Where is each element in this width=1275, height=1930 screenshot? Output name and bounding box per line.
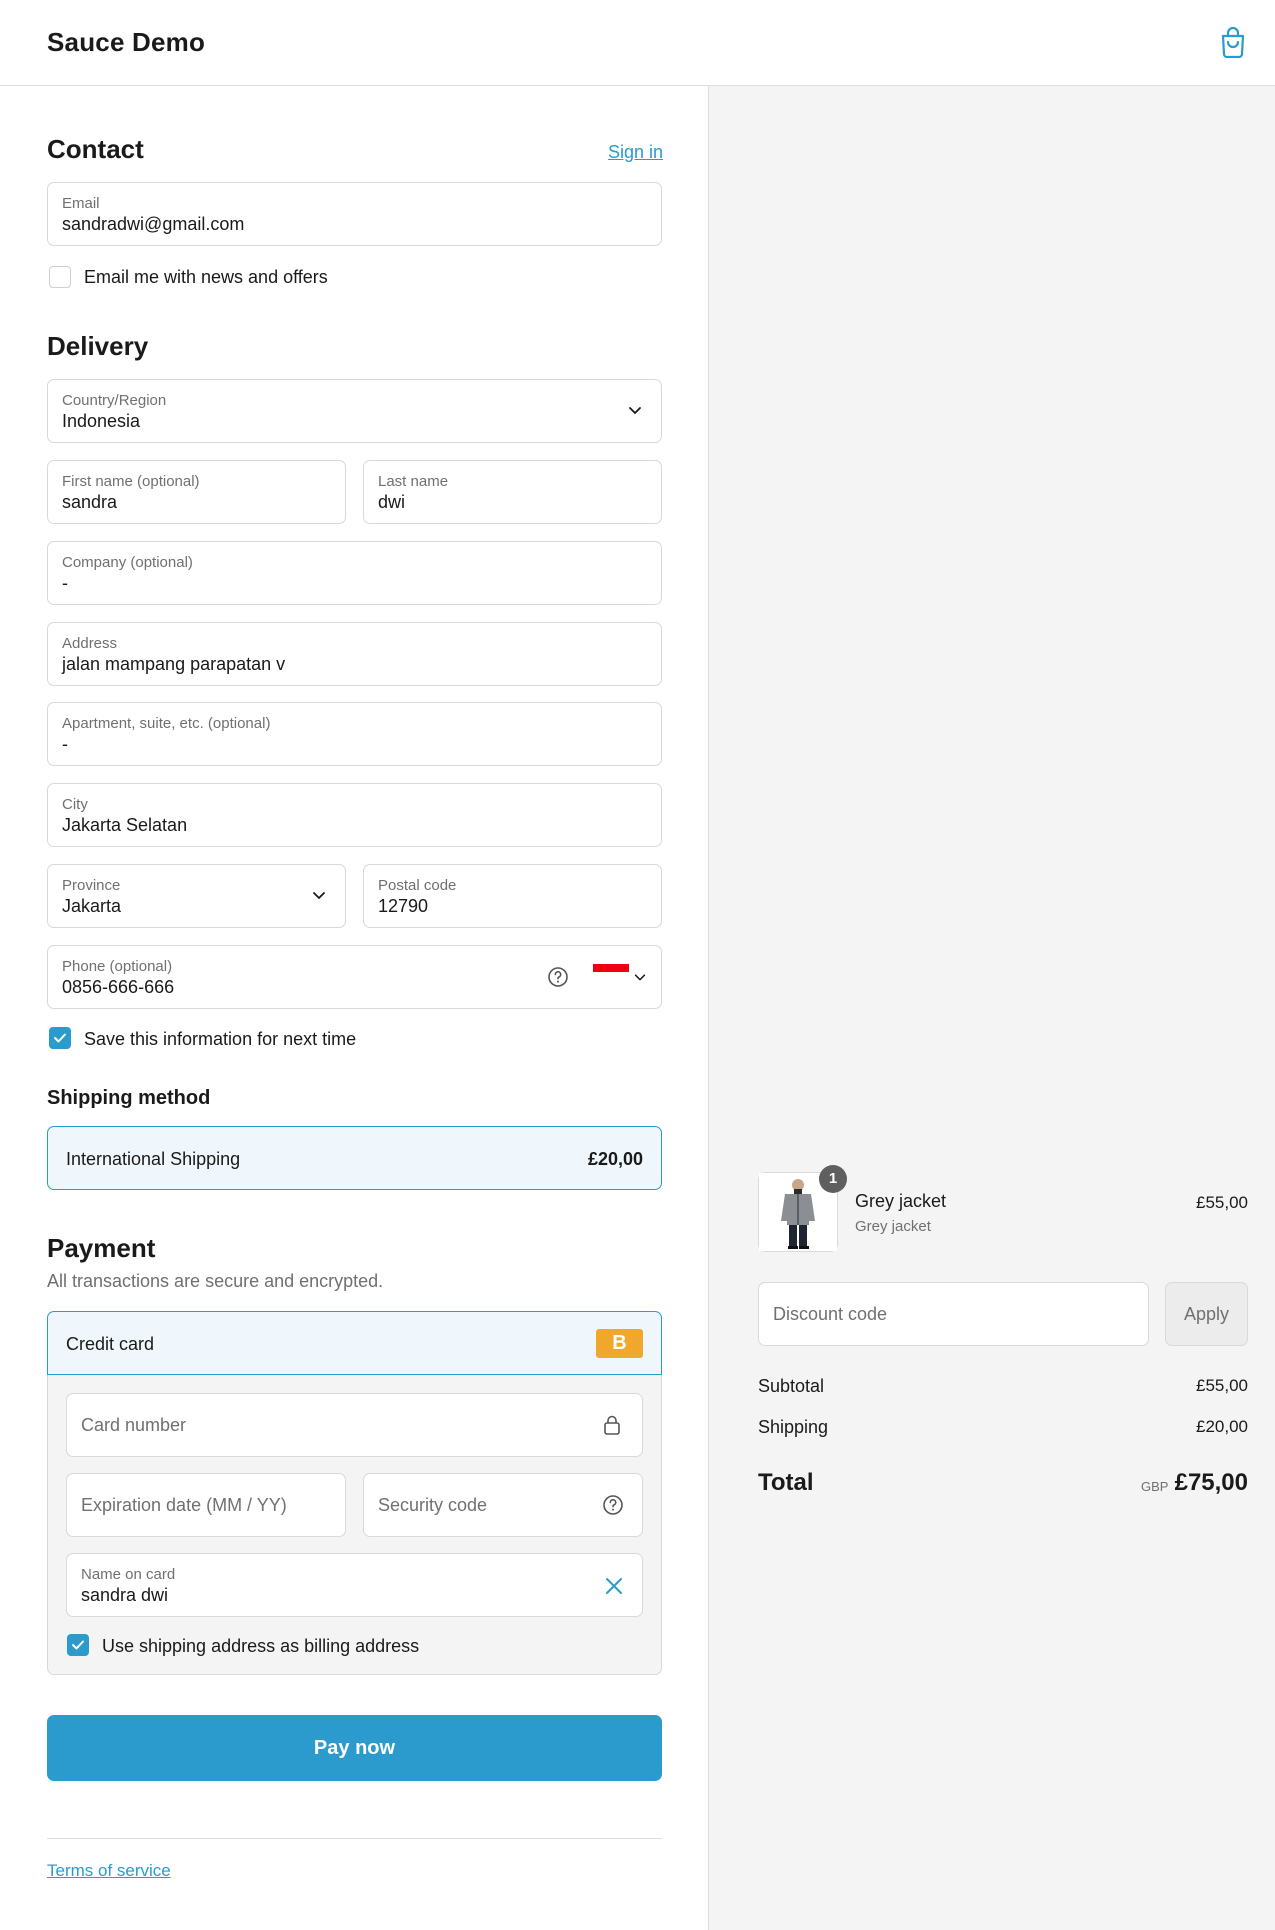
shopping-bag-icon[interactable]: [1218, 26, 1248, 59]
lock-icon: [602, 1414, 622, 1436]
city-field[interactable]: City Jakarta Selatan: [47, 783, 662, 847]
city-label: City: [62, 796, 88, 813]
email-value: sandradwi@gmail.com: [62, 214, 245, 234]
brand-title[interactable]: Sauce Demo: [47, 27, 205, 58]
product-variant: Grey jacket: [855, 1218, 931, 1235]
company-value: -: [62, 573, 68, 593]
first-name-field[interactable]: First name (optional) sandra: [47, 460, 346, 524]
header: Sauce Demo: [0, 0, 1275, 86]
shipping-option-name: International Shipping: [66, 1149, 241, 1169]
first-name-value: sandra: [62, 492, 118, 512]
product-name: Grey jacket: [855, 1191, 947, 1211]
name-on-card-value: sandra dwi: [81, 1585, 169, 1605]
last-name-field[interactable]: Last name dwi: [363, 460, 662, 524]
last-name-value: dwi: [378, 492, 406, 512]
province-label: Province: [62, 877, 121, 894]
company-field[interactable]: Company (optional) -: [47, 541, 662, 605]
country-select[interactable]: Country/Region Indonesia: [47, 379, 662, 443]
expiry-input[interactable]: Expiration date (MM / YY): [66, 1473, 346, 1537]
company-label: Company (optional): [62, 554, 193, 571]
postal-value: 12790: [378, 896, 429, 916]
province-value: Jakarta: [62, 896, 122, 916]
country-label: Country/Region: [62, 392, 167, 409]
chevron-down-icon: [311, 887, 327, 903]
email-label: Email: [62, 195, 100, 212]
apartment-field[interactable]: Apartment, suite, etc. (optional) -: [47, 702, 662, 766]
shipping-method-heading: Shipping method: [47, 1087, 211, 1109]
expiry-placeholder: Expiration date (MM / YY): [81, 1495, 287, 1515]
credit-card-option[interactable]: Credit card B: [47, 1311, 662, 1375]
address-value: jalan mampang parapatan v: [62, 654, 286, 674]
discount-code-input[interactable]: Discount code: [758, 1282, 1149, 1346]
save-info-checkbox[interactable]: [49, 1027, 71, 1049]
card-brand-badge: B: [596, 1329, 643, 1358]
help-icon[interactable]: [602, 1494, 624, 1516]
chevron-down-icon[interactable]: [633, 970, 647, 984]
last-name-label: Last name: [378, 473, 449, 490]
terms-of-service-link[interactable]: Terms of service: [47, 1861, 171, 1881]
country-value: Indonesia: [62, 411, 141, 431]
footer-divider: [47, 1838, 662, 1839]
name-on-card-label: Name on card: [81, 1566, 176, 1583]
discount-code-placeholder: Discount code: [773, 1304, 888, 1324]
phone-label: Phone (optional): [62, 958, 173, 975]
first-name-label: First name (optional): [62, 473, 200, 490]
shipping-value: £20,00: [1196, 1417, 1248, 1436]
payment-heading: Payment: [47, 1233, 156, 1263]
quantity-badge: 1: [819, 1165, 847, 1193]
province-select[interactable]: Province Jakarta: [47, 864, 346, 928]
billing-address-checkbox[interactable]: [67, 1634, 89, 1656]
news-checkbox[interactable]: [49, 266, 71, 288]
apartment-value: -: [62, 734, 68, 754]
apartment-label: Apartment, suite, etc. (optional): [62, 715, 271, 732]
card-number-placeholder: Card number: [81, 1415, 187, 1435]
indonesia-flag-icon[interactable]: [593, 964, 629, 980]
name-on-card-input[interactable]: Name on card sandra dwi: [66, 1553, 643, 1617]
subtotal-value: £55,00: [1196, 1376, 1248, 1395]
apply-discount-button[interactable]: Apply: [1165, 1282, 1248, 1346]
address-field[interactable]: Address jalan mampang parapatan v: [47, 622, 662, 686]
delivery-heading: Delivery: [47, 331, 149, 361]
sign-in-link[interactable]: Sign in: [608, 142, 663, 163]
card-number-input[interactable]: Card number: [66, 1393, 643, 1457]
close-icon[interactable]: [603, 1575, 625, 1597]
address-label: Address: [62, 635, 118, 652]
save-info-label: Save this information for next time: [84, 1029, 357, 1049]
shipping-label: Shipping: [758, 1417, 829, 1437]
phone-field[interactable]: Phone (optional) 0856-666-666: [47, 945, 662, 1009]
phone-value: 0856-666-666: [62, 977, 175, 997]
shipping-option[interactable]: International Shipping £20,00: [47, 1126, 662, 1190]
product-price: £55,00: [1196, 1193, 1248, 1212]
subtotal-label: Subtotal: [758, 1376, 825, 1396]
contact-heading: Contact: [47, 134, 144, 164]
payment-subtitle: All transactions are secure and encrypte…: [47, 1271, 384, 1291]
total-value: £75,00: [1174, 1469, 1248, 1496]
credit-card-label: Credit card: [66, 1334, 155, 1354]
chevron-down-icon: [627, 402, 643, 418]
email-field[interactable]: Email sandradwi@gmail.com: [47, 182, 662, 246]
billing-address-label: Use shipping address as billing address: [102, 1636, 420, 1656]
postal-label: Postal code: [378, 877, 457, 894]
order-summary: [709, 86, 1275, 1930]
total-label: Total: [758, 1469, 814, 1496]
help-icon[interactable]: [547, 966, 569, 988]
currency-code: GBP: [1141, 1479, 1169, 1494]
news-label: Email me with news and offers: [84, 267, 328, 287]
security-code-placeholder: Security code: [378, 1495, 488, 1515]
postal-code-field[interactable]: Postal code 12790: [363, 864, 662, 928]
city-value: Jakarta Selatan: [62, 815, 188, 835]
pay-now-button[interactable]: Pay now: [47, 1715, 662, 1781]
shipping-option-price: £20,00: [587, 1149, 643, 1169]
security-code-input[interactable]: Security code: [363, 1473, 643, 1537]
